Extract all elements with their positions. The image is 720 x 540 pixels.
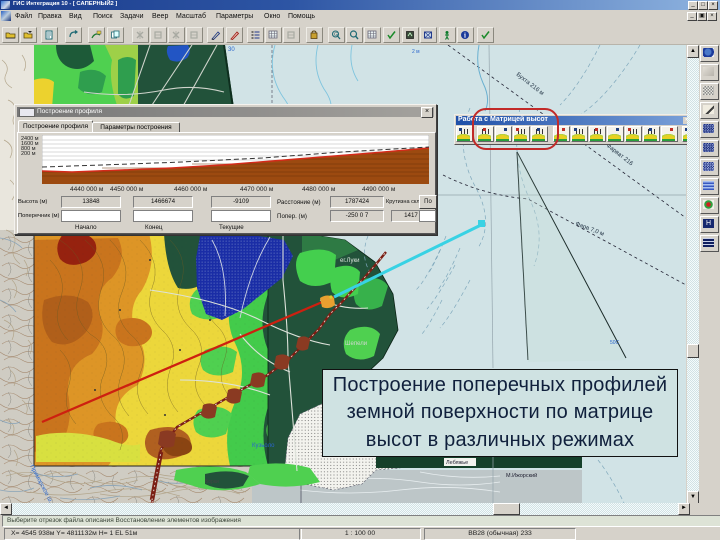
svg-text:i: i: [464, 32, 466, 40]
svg-text:2 м: 2 м: [412, 49, 420, 55]
svg-text:ег.Луки: ег.Луки: [340, 258, 359, 264]
svg-text:Шепели: Шепели: [345, 341, 367, 347]
svg-text:30: 30: [228, 47, 235, 53]
svg-text:Борки: Борки: [205, 479, 219, 485]
svg-text:Лебяжье: Лебяжье: [446, 460, 468, 466]
svg-text:G: G: [334, 32, 338, 38]
svg-text:50С: 50С: [610, 340, 620, 346]
svg-text:М.Ижорский: М.Ижорский: [506, 472, 537, 479]
svg-text:Кузьоло: Кузьоло: [252, 443, 275, 449]
